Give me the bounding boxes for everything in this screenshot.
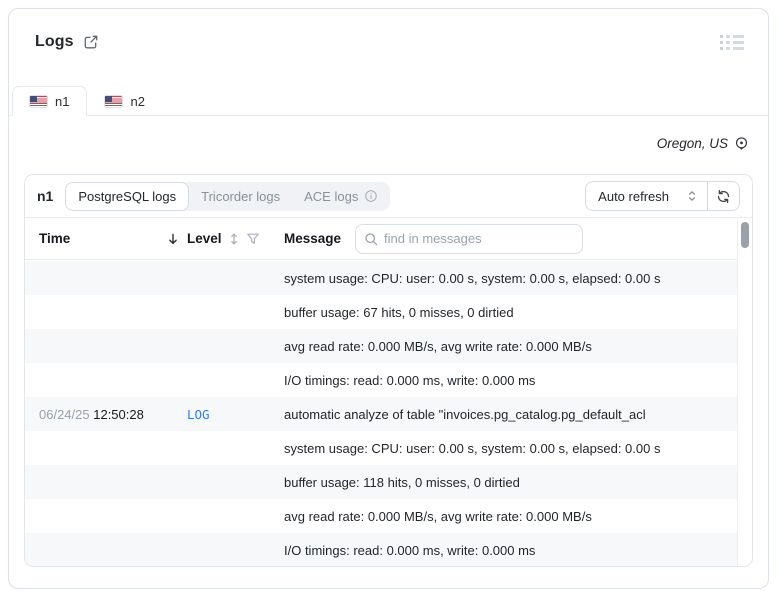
refresh-icon: [716, 189, 731, 204]
tab-label: n1: [55, 93, 70, 109]
table-row[interactable]: I/O timings: read: 0.000 ms, write: 0.00…: [25, 533, 739, 566]
table-row[interactable]: system usage: CPU: user: 0.00 s, system:…: [25, 261, 739, 295]
panel-menu-icon[interactable]: [718, 33, 746, 52]
message-cell: avg read rate: 0.000 MB/s, avg write rat…: [284, 508, 592, 524]
tab-label: n2: [130, 93, 145, 109]
log-rows: system usage: CPU: user: 0.00 s, system:…: [25, 261, 739, 566]
logs-table-panel: n1 PostgreSQL logs Tricorder logs ACE lo…: [24, 174, 753, 567]
auto-refresh-value: Auto refresh: [598, 188, 669, 204]
logs-panel-card: Logs n1 n2 Oregon, US n1 PostgreSQL logs…: [8, 8, 769, 589]
us-flag-icon: [30, 95, 47, 107]
column-header-time: Time: [39, 231, 71, 246]
node-tabbar: n1 n2: [9, 85, 768, 116]
log-source-segments: PostgreSQL logs Tricorder logs ACE logs: [65, 181, 391, 211]
segment-tricorder-logs[interactable]: Tricorder logs: [189, 182, 292, 211]
search-icon: [364, 232, 378, 246]
message-cell: I/O timings: read: 0.000 ms, write: 0.00…: [284, 542, 536, 558]
external-link-icon[interactable]: [83, 34, 99, 50]
scrollbar-thumb[interactable]: [741, 222, 749, 248]
message-cell: I/O timings: read: 0.000 ms, write: 0.00…: [284, 372, 536, 388]
logs-toolbar: n1 PostgreSQL logs Tricorder logs ACE lo…: [25, 175, 752, 218]
us-flag-icon: [105, 95, 123, 107]
card-header: Logs: [9, 9, 768, 53]
segment-label: ACE logs: [304, 188, 359, 204]
log-date: 06/24/25: [39, 406, 90, 422]
level-cell: LOG: [187, 406, 210, 422]
location-pin-icon: [734, 136, 749, 151]
table-row[interactable]: I/O timings: read: 0.000 ms, write: 0.00…: [25, 363, 739, 397]
log-time: 12:50:28: [93, 406, 144, 422]
table-row[interactable]: 06/24/25 12:50:28 LOG automatic analyze …: [25, 397, 739, 431]
message-search-box: [355, 223, 584, 254]
column-header-level: Level: [187, 231, 222, 246]
page-title: Logs: [35, 33, 74, 50]
search-input[interactable]: [384, 231, 575, 246]
refresh-button[interactable]: [707, 182, 739, 210]
segment-label: PostgreSQL logs: [78, 188, 177, 204]
table-row[interactable]: avg read rate: 0.000 MB/s, avg write rat…: [25, 329, 739, 363]
segment-label: Tricorder logs: [201, 188, 281, 204]
chevron-up-down-icon: [687, 189, 697, 203]
tab-n2[interactable]: n2: [87, 86, 162, 116]
message-cell: buffer usage: 118 hits, 0 misses, 0 dirt…: [284, 474, 520, 490]
table-row[interactable]: system usage: CPU: user: 0.00 s, system:…: [25, 431, 739, 465]
tab-n1[interactable]: n1: [12, 86, 88, 116]
refresh-controls: Auto refresh: [585, 181, 740, 211]
table-row[interactable]: buffer usage: 118 hits, 0 misses, 0 dirt…: [25, 465, 739, 499]
table-row[interactable]: buffer usage: 67 hits, 0 misses, 0 dirti…: [25, 295, 739, 329]
message-cell: system usage: CPU: user: 0.00 s, system:…: [284, 270, 661, 286]
segment-postgresql-logs[interactable]: PostgreSQL logs: [65, 181, 190, 211]
sort-toggle-icon[interactable]: [229, 232, 239, 246]
region-row: Oregon, US: [9, 116, 768, 174]
segment-ace-logs[interactable]: ACE logs: [292, 182, 390, 211]
message-cell: automatic analyze of table "invoices.pg_…: [284, 406, 646, 422]
message-cell: system usage: CPU: user: 0.00 s, system:…: [284, 440, 661, 456]
table-row[interactable]: avg read rate: 0.000 MB/s, avg write rat…: [25, 499, 739, 533]
table-scrollbar: [737, 218, 752, 566]
time-cell: 06/24/25 12:50:28: [39, 407, 187, 422]
instance-label: n1: [37, 188, 54, 204]
column-header-message: Message: [284, 231, 342, 246]
region-label: Oregon, US: [656, 136, 728, 151]
info-icon: [364, 189, 378, 203]
message-cell: buffer usage: 67 hits, 0 misses, 0 dirti…: [284, 304, 514, 320]
auto-refresh-select[interactable]: Auto refresh: [586, 182, 707, 210]
sort-desc-icon[interactable]: [167, 232, 179, 246]
message-cell: avg read rate: 0.000 MB/s, avg write rat…: [284, 338, 592, 354]
table-header: Time Level Message find in messages: [25, 218, 752, 260]
filter-funnel-icon[interactable]: [246, 232, 260, 246]
